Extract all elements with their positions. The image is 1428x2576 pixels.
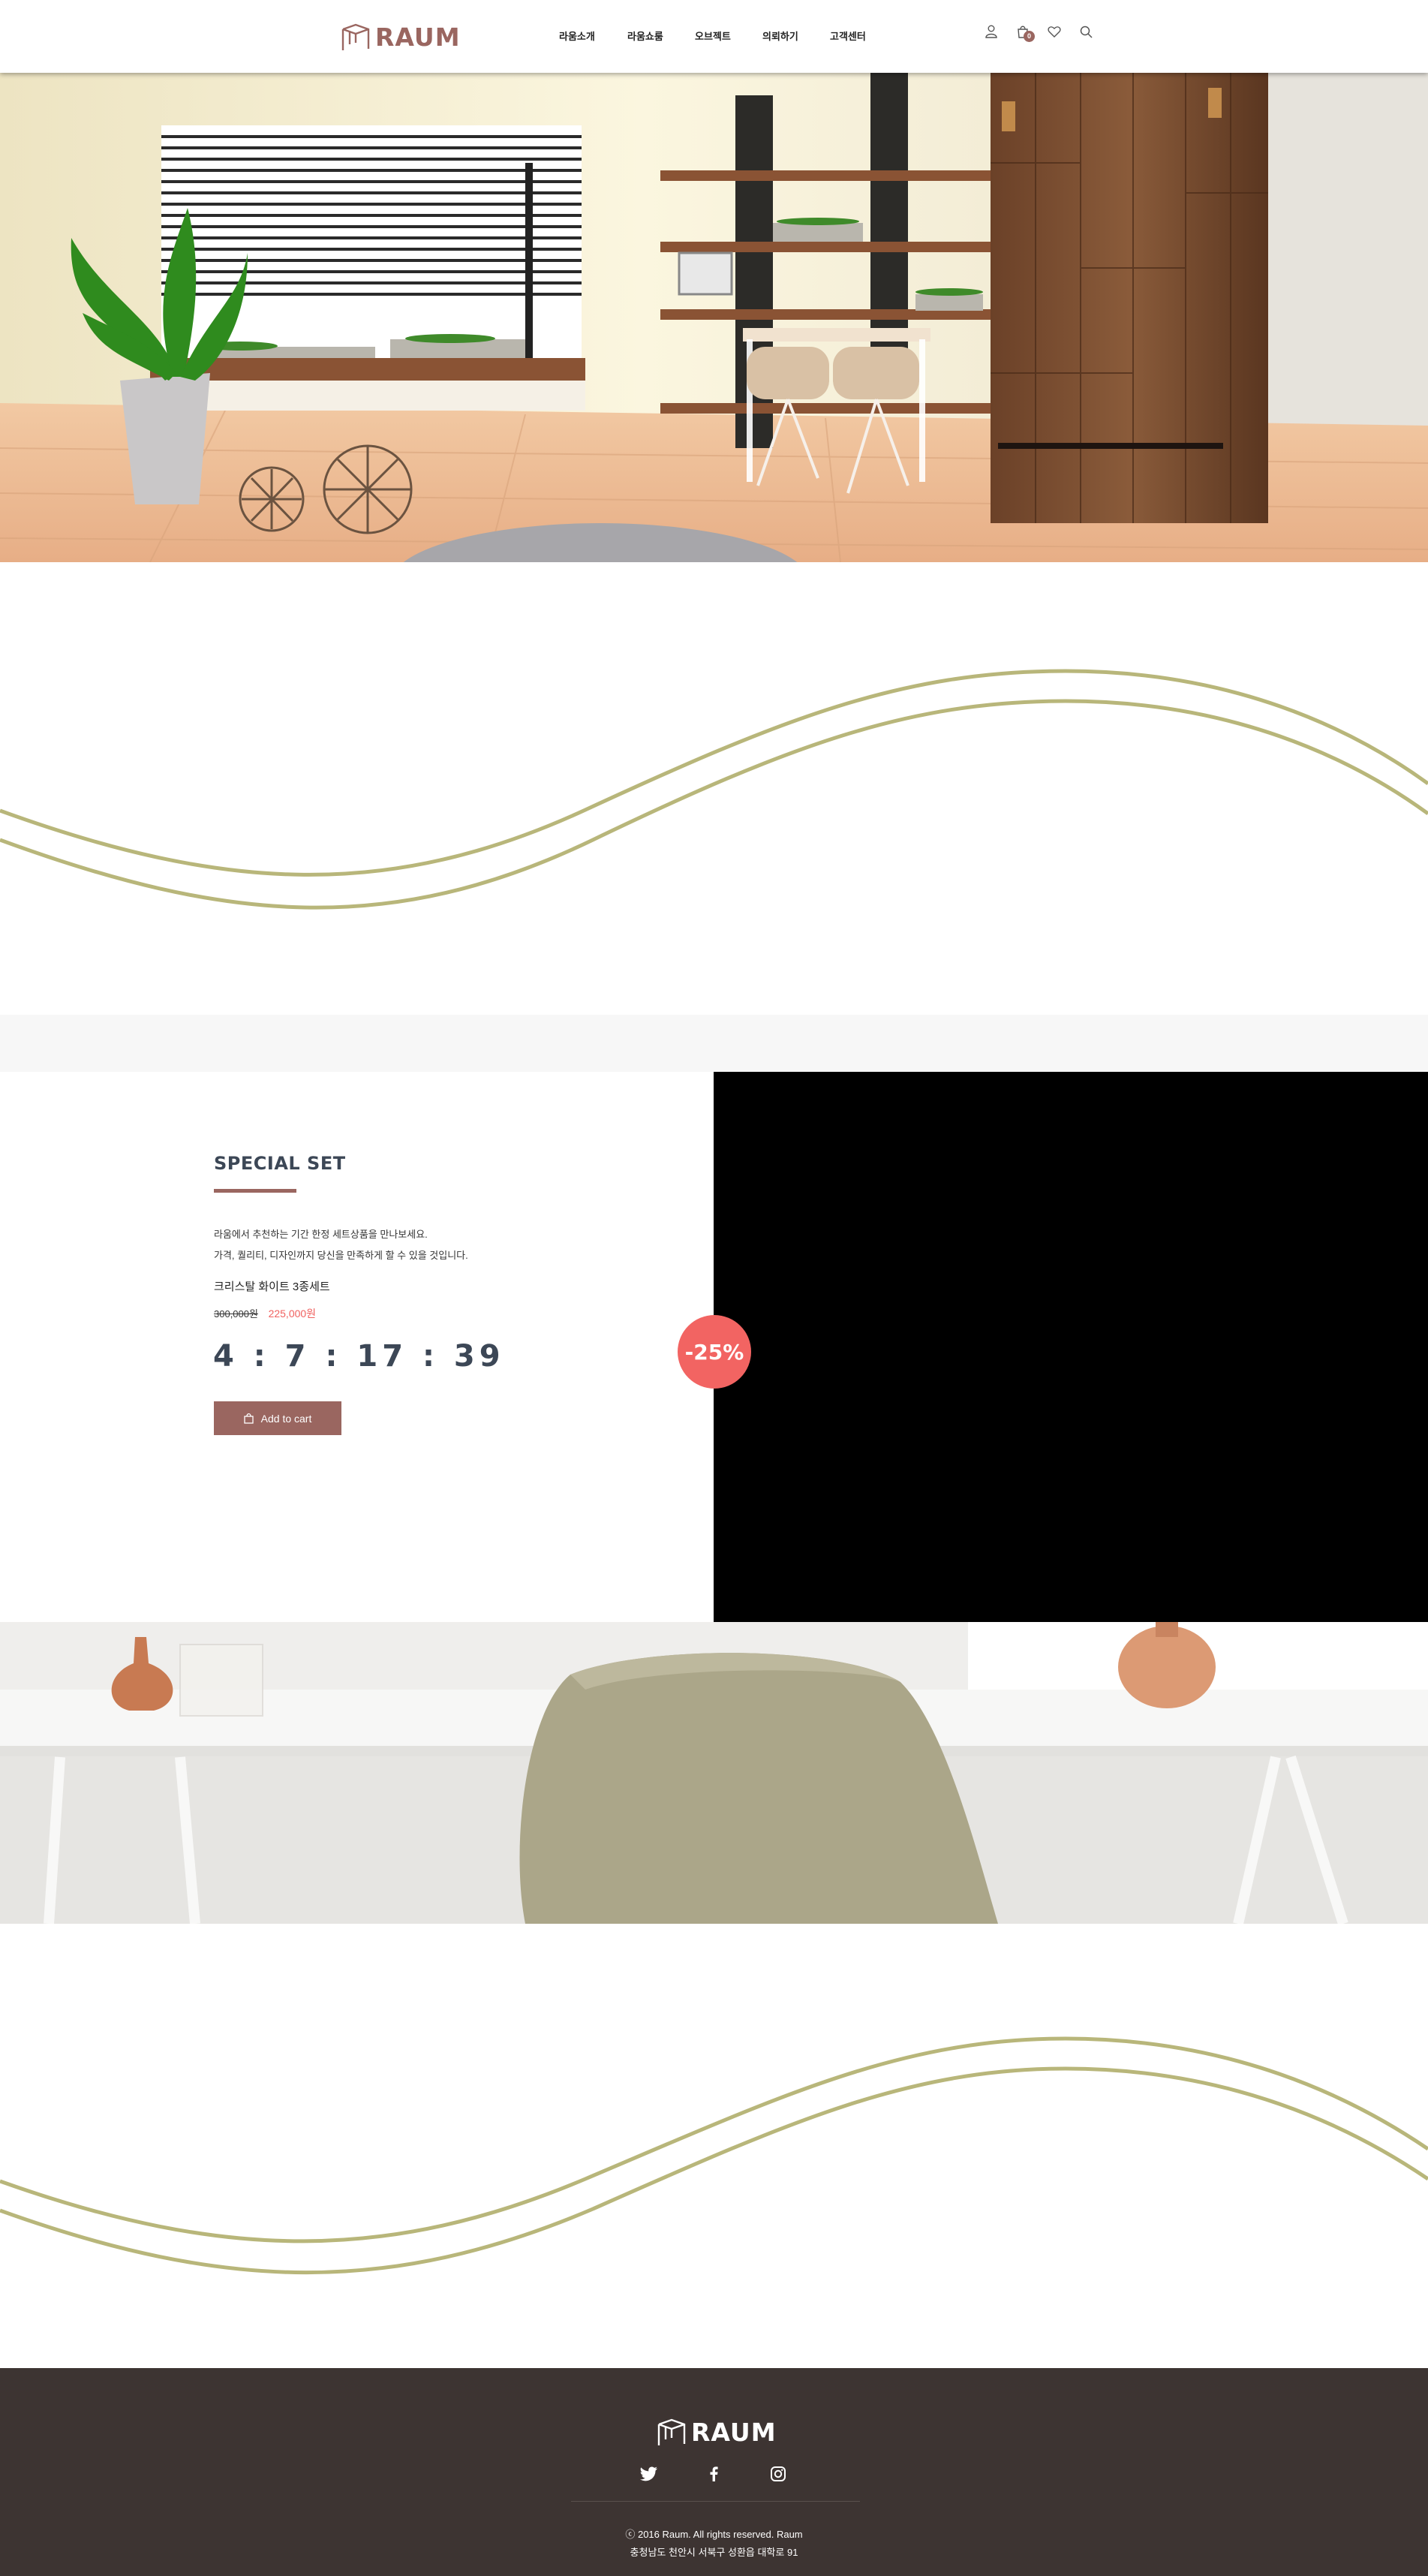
address-text: 충청남도 천안시 서북구 성환읍 대학로 91	[630, 2547, 798, 2558]
title-underline	[214, 1189, 296, 1193]
footer-logo-box-icon	[657, 2418, 686, 2445]
header-icons: 0	[983, 23, 1094, 42]
facebook-icon[interactable]	[704, 2464, 723, 2484]
countdown-timer: 4 : 7 : 17 : 39	[213, 1339, 505, 1374]
nav-item-showroom[interactable]: 라움쇼룸	[627, 29, 695, 43]
hero-illustration	[0, 73, 1428, 562]
special-info-panel: SPECIAL SET 라움에서 추천하는 기간 한정 세트상품을 만나보세요.…	[0, 1072, 714, 1622]
social-links	[639, 2464, 788, 2484]
description-line-2: 가격, 퀄리티, 디자인까지 당신을 만족하게 할 수 있을 것입니다.	[214, 1250, 468, 1261]
site-header: RAUM 라움소개 라움쇼룸 오브젝트 의뢰하기 고객센터 0	[0, 0, 1428, 73]
grey-spacer-band	[0, 1015, 1428, 1072]
instagram-icon[interactable]	[768, 2464, 788, 2484]
special-set-section: SPECIAL SET 라움에서 추천하는 기간 한정 세트상품을 만나보세요.…	[0, 1072, 1428, 1622]
copyright-text: ⓒ 2016 Raum. All rights reserved. Raum	[625, 2529, 803, 2540]
footer-logo[interactable]: RAUM	[657, 2417, 777, 2447]
site-footer: RAUM ⓒ 2016 Raum. All rights reserved. R…	[0, 2368, 1428, 2576]
hero-room-image	[0, 73, 1428, 562]
description-line-1: 라움에서 추천하는 기간 한정 세트상품을 만나보세요.	[214, 1229, 428, 1240]
chair-desk-image	[0, 1622, 1428, 1924]
wave-divider-top	[0, 562, 1428, 1015]
special-title: SPECIAL SET	[214, 1153, 346, 1174]
nav-item-about[interactable]: 라움소개	[559, 29, 627, 43]
nav-item-objects[interactable]: 오브젝트	[695, 29, 762, 43]
twitter-icon[interactable]	[639, 2464, 659, 2484]
original-price: 300,000원	[214, 1308, 258, 1320]
main-nav: 라움소개 라움쇼룸 오브젝트 의뢰하기 고객센터	[559, 29, 897, 43]
chair-illustration	[0, 1622, 1428, 1924]
cart-icon[interactable]: 0	[1015, 23, 1035, 42]
nav-item-support[interactable]: 고객센터	[830, 29, 897, 43]
logo-box-icon	[341, 23, 370, 50]
add-to-cart-button[interactable]: Add to cart	[214, 1401, 341, 1435]
logo-text: RAUM	[375, 22, 461, 52]
footer-divider	[571, 2501, 860, 2502]
product-name: 크리스탈 화이트 3종세트	[214, 1280, 330, 1293]
wave-divider-bottom	[0, 1924, 1428, 2368]
sale-price: 225,000원	[268, 1308, 317, 1320]
logo[interactable]: RAUM	[341, 21, 461, 53]
special-description: 라움에서 추천하는 기간 한정 세트상품을 만나보세요. 가격, 퀄리티, 디자…	[214, 1224, 468, 1266]
footer-logo-text: RAUM	[691, 2417, 777, 2447]
bag-icon	[243, 1413, 254, 1424]
user-icon[interactable]	[983, 23, 1000, 41]
heart-icon[interactable]	[1046, 23, 1063, 41]
special-media-panel	[714, 1072, 1428, 1622]
add-to-cart-label: Add to cart	[260, 1412, 312, 1425]
price-row: 300,000원 225,000원	[214, 1306, 316, 1321]
search-icon[interactable]	[1078, 23, 1094, 41]
cart-count-badge: 0	[1024, 31, 1035, 42]
discount-badge: -25%	[678, 1315, 751, 1389]
nav-item-request[interactable]: 의뢰하기	[762, 29, 830, 43]
